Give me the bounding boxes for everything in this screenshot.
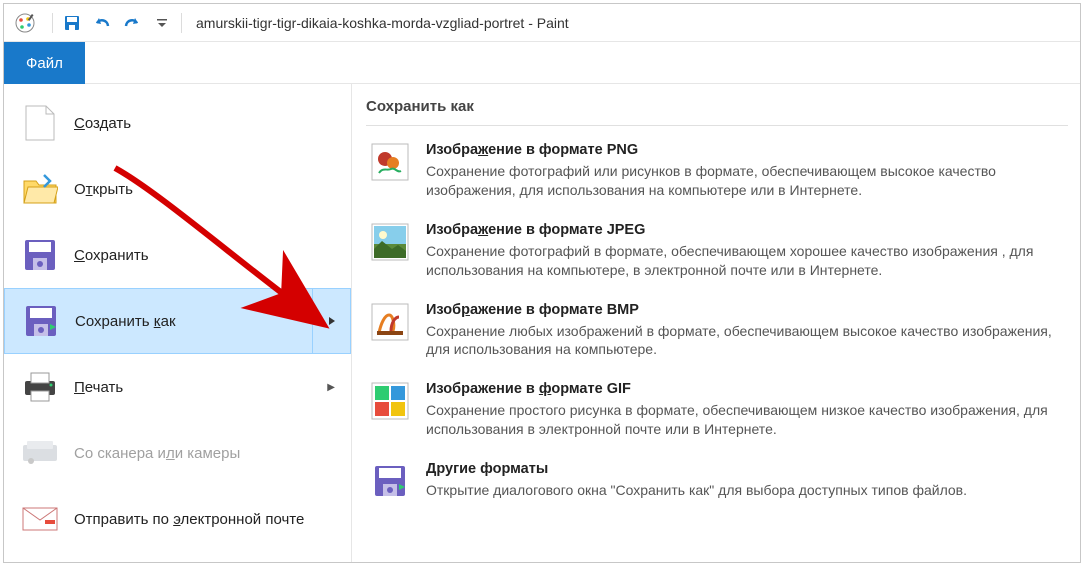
png-icon [370, 142, 410, 182]
menu-label: Создать [74, 115, 131, 132]
save-as-icon [21, 301, 61, 341]
titlebar: amurskii-tigr-tigr-dikaia-koshka-morda-v… [4, 4, 1080, 42]
printer-icon [20, 367, 60, 407]
jpeg-icon [370, 222, 410, 262]
file-menu: Создать Открыть Сохранить Сохранить как [4, 84, 1080, 562]
submenu-arrow-icon: ▶ [327, 382, 335, 393]
paint-app-icon [14, 12, 36, 34]
customize-qat-button[interactable] [148, 9, 176, 37]
format-description: Сохранение любых изображений в формате, … [426, 322, 1064, 360]
folder-open-icon [20, 169, 60, 209]
menu-send-email[interactable]: Отправить по электронной почте [4, 486, 351, 552]
file-menu-left: Создать Открыть Сохранить Сохранить как [4, 84, 352, 562]
menu-label: Печать [74, 379, 123, 396]
format-other[interactable]: Другие форматы Открытие диалогового окна… [366, 453, 1068, 515]
new-file-icon [20, 103, 60, 143]
scanner-icon [20, 433, 60, 473]
menu-label: Сохранить [74, 247, 149, 264]
menu-create[interactable]: Создать [4, 90, 351, 156]
format-jpeg[interactable]: Изображение в формате JPEG Сохранение фо… [366, 214, 1068, 294]
format-title: Изображение в формате GIF [426, 381, 1064, 397]
format-bmp[interactable]: Изображение в формате BMP Сохранение люб… [366, 294, 1068, 374]
save-as-panel: Сохранить как Изображение в формате PNG … [352, 84, 1080, 562]
menu-from-scanner: Со сканера или камеры [4, 420, 351, 486]
save-icon [20, 235, 60, 275]
email-icon [20, 499, 60, 539]
menu-label: Со сканера или камеры [74, 445, 240, 462]
format-title: Другие форматы [426, 461, 1064, 477]
format-description: Сохранение фотографий или рисунков в фор… [426, 162, 1064, 200]
format-png[interactable]: Изображение в формате PNG Сохранение фот… [366, 134, 1068, 214]
panel-title: Сохранить как [366, 92, 1068, 126]
redo-button[interactable] [118, 9, 146, 37]
format-title: Изображение в формате BMP [426, 302, 1064, 318]
submenu-arrow-icon[interactable] [312, 289, 350, 353]
format-description: Открытие диалогового окна "Сохранить как… [426, 481, 1064, 500]
format-title: Изображение в формате JPEG [426, 222, 1064, 238]
gif-icon [370, 381, 410, 421]
menu-open[interactable]: Открыть [4, 156, 351, 222]
format-title: Изображение в формате PNG [426, 142, 1064, 158]
save-quick-button[interactable] [58, 9, 86, 37]
paint-window: amurskii-tigr-tigr-dikaia-koshka-morda-v… [3, 3, 1081, 563]
menu-save[interactable]: Сохранить [4, 222, 351, 288]
format-description: Сохранение простого рисунка в формате, о… [426, 401, 1064, 439]
ribbon-tabs: Файл [4, 42, 1080, 84]
bmp-icon [370, 302, 410, 342]
menu-save-as[interactable]: Сохранить как [4, 288, 351, 354]
other-formats-icon [370, 461, 410, 501]
file-tab[interactable]: Файл [4, 42, 85, 84]
menu-label: Отправить по электронной почте [74, 511, 304, 528]
undo-button[interactable] [88, 9, 116, 37]
format-description: Сохранение фотографий в формате, обеспеч… [426, 242, 1064, 280]
menu-print[interactable]: Печать ▶ [4, 354, 351, 420]
menu-label: Сохранить как [75, 313, 176, 330]
window-title: amurskii-tigr-tigr-dikaia-koshka-morda-v… [196, 15, 569, 31]
menu-label: Открыть [74, 181, 133, 198]
format-gif[interactable]: Изображение в формате GIF Сохранение про… [366, 373, 1068, 453]
